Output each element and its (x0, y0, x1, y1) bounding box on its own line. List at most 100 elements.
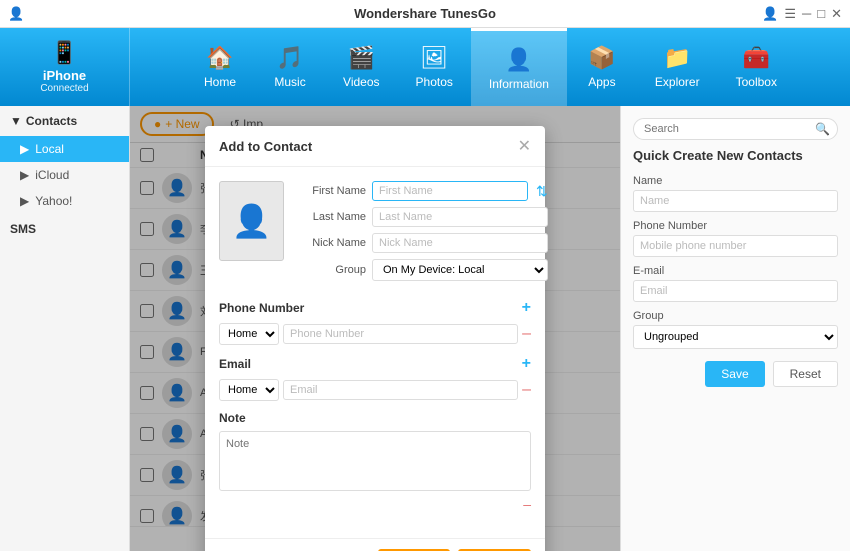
add-email-button[interactable]: + (522, 355, 531, 373)
nav-label-music: Music (274, 75, 305, 89)
search-icon: 🔍 (815, 122, 830, 136)
modal-top-section: 👤 First Name ⇅ Last Name (219, 181, 531, 287)
note-textarea[interactable] (219, 431, 531, 491)
qc-phone-input[interactable] (633, 235, 838, 257)
modal-body: 👤 First Name ⇅ Last Name (205, 167, 545, 538)
nav-label-toolbox: Toolbox (736, 75, 777, 89)
sidebar-yahoo-label: Yahoo! (35, 194, 72, 208)
email-section: Email + Home Work – (219, 355, 531, 401)
note-section-header: Note (219, 411, 531, 425)
email-input[interactable] (283, 380, 518, 400)
quick-create-title: Quick Create New Contacts (633, 148, 838, 163)
app-title: Wondershare TunesGo (354, 6, 496, 21)
chevron-down-icon: ▼ (10, 114, 22, 128)
qc-email-field: E-mail (633, 265, 838, 302)
add-contact-modal: Add to Contact ✕ 👤 First Name ⇅ (205, 126, 545, 551)
main-content: ▼ Contacts ▶ Local ▶ iCloud ▶ Yahoo! SMS… (0, 106, 850, 551)
modal-title: Add to Contact (219, 139, 312, 154)
nav-item-home[interactable]: 🏠 Home (185, 28, 255, 106)
menu-control-icon[interactable]: ☰ (784, 6, 796, 22)
qc-save-button[interactable]: Save (705, 361, 764, 387)
nav-label-home: Home (204, 75, 236, 89)
sync-icon: ⇅ (536, 183, 548, 200)
phone-type-select[interactable]: Home Work Mobile (219, 323, 279, 345)
sidebar-contacts-header: ▼ Contacts (0, 106, 129, 136)
group-label: Group (296, 264, 366, 276)
phone-section-label: Phone Number (219, 301, 304, 315)
nav-item-videos[interactable]: 🎬 Videos (325, 28, 397, 106)
contact-photo-placeholder[interactable]: 👤 (219, 181, 284, 261)
qc-phone-field: Phone Number (633, 220, 838, 257)
email-section-label: Email (219, 357, 251, 371)
sidebar-sms[interactable]: SMS (0, 214, 129, 242)
modal-close-button[interactable]: ✕ (518, 136, 531, 156)
music-icon: 🎵 (276, 45, 303, 71)
qc-save-label: Save (721, 367, 748, 381)
sidebar-contacts-label: Contacts (26, 114, 77, 128)
nav-item-toolbox[interactable]: 🧰 Toolbox (718, 28, 795, 106)
search-field: 🔍 (633, 118, 838, 140)
close-button[interactable]: ✕ (831, 6, 842, 22)
qc-group-field: Group Ungrouped Local iCloud (633, 310, 838, 349)
toolbox-icon: 🧰 (743, 45, 770, 71)
note-section: Note – (219, 411, 531, 514)
remove-phone-button[interactable]: – (522, 325, 531, 343)
qc-reset-button[interactable]: Reset (773, 361, 838, 387)
minimize-button[interactable]: ─ (802, 6, 811, 21)
nav-label-photos: Photos (416, 75, 453, 89)
window-controls[interactable]: 👤 ☰ ─ □ ✕ (762, 6, 842, 22)
user-control-icon[interactable]: 👤 (762, 6, 778, 22)
device-name: iPhone (43, 68, 86, 83)
nav-item-information[interactable]: 👤 Information (471, 28, 567, 106)
nav-item-photos[interactable]: 🖼 Photos (398, 28, 471, 106)
qc-phone-label: Phone Number (633, 220, 838, 232)
nick-name-row: Nick Name (296, 233, 548, 253)
nick-name-input[interactable] (372, 233, 548, 253)
sidebar-icloud-label: iCloud (35, 168, 69, 182)
title-bar-icon: 👤 (8, 6, 24, 22)
email-type-select[interactable]: Home Work (219, 379, 279, 401)
nav-item-apps[interactable]: 📦 Apps (567, 28, 637, 106)
search-input[interactable] (633, 118, 838, 140)
email-input-row: Home Work – (219, 379, 531, 401)
nav-label-videos: Videos (343, 75, 379, 89)
sidebar-item-local[interactable]: ▶ Local (0, 136, 129, 162)
videos-icon: 🎬 (348, 45, 375, 71)
group-row: Group On My Device: Local iCloud (296, 259, 548, 281)
device-status: Connected (40, 83, 88, 94)
first-name-row: First Name ⇅ (296, 181, 548, 201)
group-select[interactable]: On My Device: Local iCloud (372, 259, 548, 281)
contact-area: ● + New ↺ Imp... Name 👤 张***一 👤 (130, 106, 620, 551)
remove-email-button[interactable]: – (522, 381, 531, 399)
add-phone-button[interactable]: + (522, 299, 531, 317)
chevron-right-icon: ▶ (20, 142, 29, 156)
sidebar-item-yahoo[interactable]: ▶ Yahoo! (0, 188, 129, 214)
qc-group-label: Group (633, 310, 838, 322)
maximize-button[interactable]: □ (817, 6, 825, 21)
first-name-label: First Name (296, 185, 366, 197)
phone-section-header: Phone Number + (219, 299, 531, 317)
qc-email-input[interactable] (633, 280, 838, 302)
qc-group-select[interactable]: Ungrouped Local iCloud (633, 325, 838, 349)
qc-buttons: Save Reset (633, 361, 838, 387)
nav-bar: 📱 iPhone Connected 🏠 Home 🎵 Music 🎬 Vide… (0, 28, 850, 106)
sidebar-local-label: Local (35, 142, 64, 156)
nav-item-music[interactable]: 🎵 Music (255, 28, 325, 106)
last-name-row: Last Name (296, 207, 548, 227)
person-icon: 👤 (232, 202, 272, 240)
modal-footer: Add Field Save Cancel (205, 538, 545, 551)
qc-name-field: Name (633, 175, 838, 212)
nav-label-information: Information (489, 77, 549, 91)
nav-items: 🏠 Home 🎵 Music 🎬 Videos 🖼 Photos 👤 Infor… (130, 28, 850, 106)
nav-item-explorer[interactable]: 📁 Explorer (637, 28, 718, 106)
sidebar: ▼ Contacts ▶ Local ▶ iCloud ▶ Yahoo! SMS (0, 106, 130, 551)
first-name-input[interactable] (372, 181, 528, 201)
sidebar-item-icloud[interactable]: ▶ iCloud (0, 162, 129, 188)
qc-email-label: E-mail (633, 265, 838, 277)
modal-name-fields: First Name ⇅ Last Name Nick Name (296, 181, 548, 287)
phone-input[interactable] (283, 324, 518, 344)
last-name-input[interactable] (372, 207, 548, 227)
qc-name-input[interactable] (633, 190, 838, 212)
remove-note-button[interactable]: – (523, 496, 531, 512)
sidebar-sms-label: SMS (10, 222, 36, 236)
